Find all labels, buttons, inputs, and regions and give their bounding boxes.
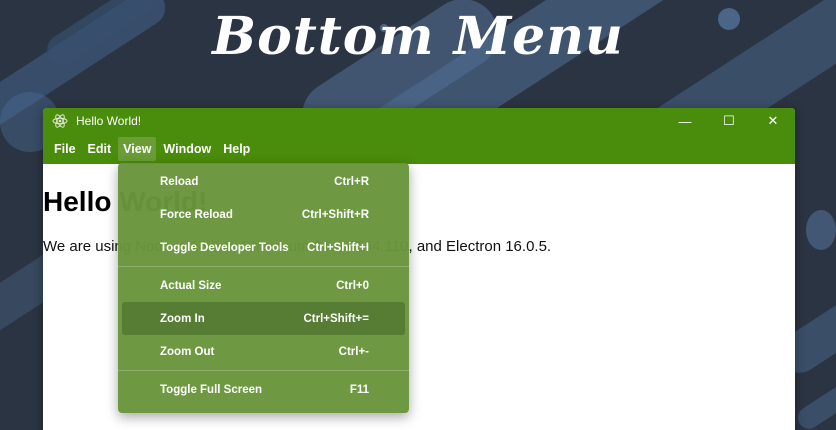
- title-bar[interactable]: Hello World! — ☐ ✕: [43, 108, 795, 134]
- menu-item-label: Zoom Out: [160, 345, 215, 358]
- menu-item-shortcut: Ctrl+Shift+R: [301, 208, 369, 221]
- menu-help[interactable]: Help: [218, 137, 255, 161]
- menu-file[interactable]: File: [49, 137, 81, 161]
- menu-item-reload[interactable]: Reload Ctrl+R: [122, 165, 405, 198]
- menu-item-label: Reload: [160, 175, 199, 188]
- maximize-button[interactable]: ☐: [707, 108, 751, 134]
- menu-item-label: Force Reload: [160, 208, 233, 221]
- view-menu-dropdown: Reload Ctrl+R Force Reload Ctrl+Shift+R …: [118, 163, 409, 413]
- menu-separator: [118, 266, 409, 267]
- window-title: Hello World!: [76, 114, 142, 128]
- menu-view[interactable]: View: [118, 137, 157, 161]
- menu-item-shortcut: Ctrl+0: [336, 279, 369, 292]
- menu-item-zoom-in[interactable]: Zoom In Ctrl+Shift+=: [122, 302, 405, 335]
- menu-item-shortcut: Ctrl+R: [334, 175, 369, 188]
- close-button[interactable]: ✕: [751, 108, 795, 134]
- menu-item-label: Zoom In: [160, 312, 205, 325]
- minimize-button[interactable]: —: [663, 108, 707, 134]
- menu-item-shortcut: Ctrl+Shift+I: [307, 241, 369, 254]
- menu-item-actual-size[interactable]: Actual Size Ctrl+0: [122, 269, 405, 302]
- menu-item-toggle-full-screen[interactable]: Toggle Full Screen F11: [122, 373, 405, 406]
- menu-item-shortcut: Ctrl+Shift+=: [303, 312, 369, 325]
- menu-item-zoom-out[interactable]: Zoom Out Ctrl+-: [122, 335, 405, 368]
- menu-item-toggle-developer-tools[interactable]: Toggle Developer Tools Ctrl+Shift+I: [122, 231, 405, 264]
- menu-item-shortcut: F11: [349, 383, 369, 396]
- menu-item-label: Toggle Full Screen: [160, 383, 263, 396]
- menu-item-label: Actual Size: [160, 279, 222, 292]
- menu-window[interactable]: Window: [158, 137, 216, 161]
- electron-icon: [52, 113, 68, 129]
- menu-item-force-reload[interactable]: Force Reload Ctrl+Shift+R: [122, 198, 405, 231]
- menu-item-shortcut: Ctrl+-: [338, 345, 369, 358]
- page-title: Bottom Menu: [212, 6, 624, 67]
- menu-item-label: Toggle Developer Tools: [160, 241, 289, 254]
- menu-edit[interactable]: Edit: [83, 137, 117, 161]
- menu-bar: File Edit View Window Help: [43, 134, 795, 164]
- menu-separator: [118, 370, 409, 371]
- background-dot: [806, 210, 836, 250]
